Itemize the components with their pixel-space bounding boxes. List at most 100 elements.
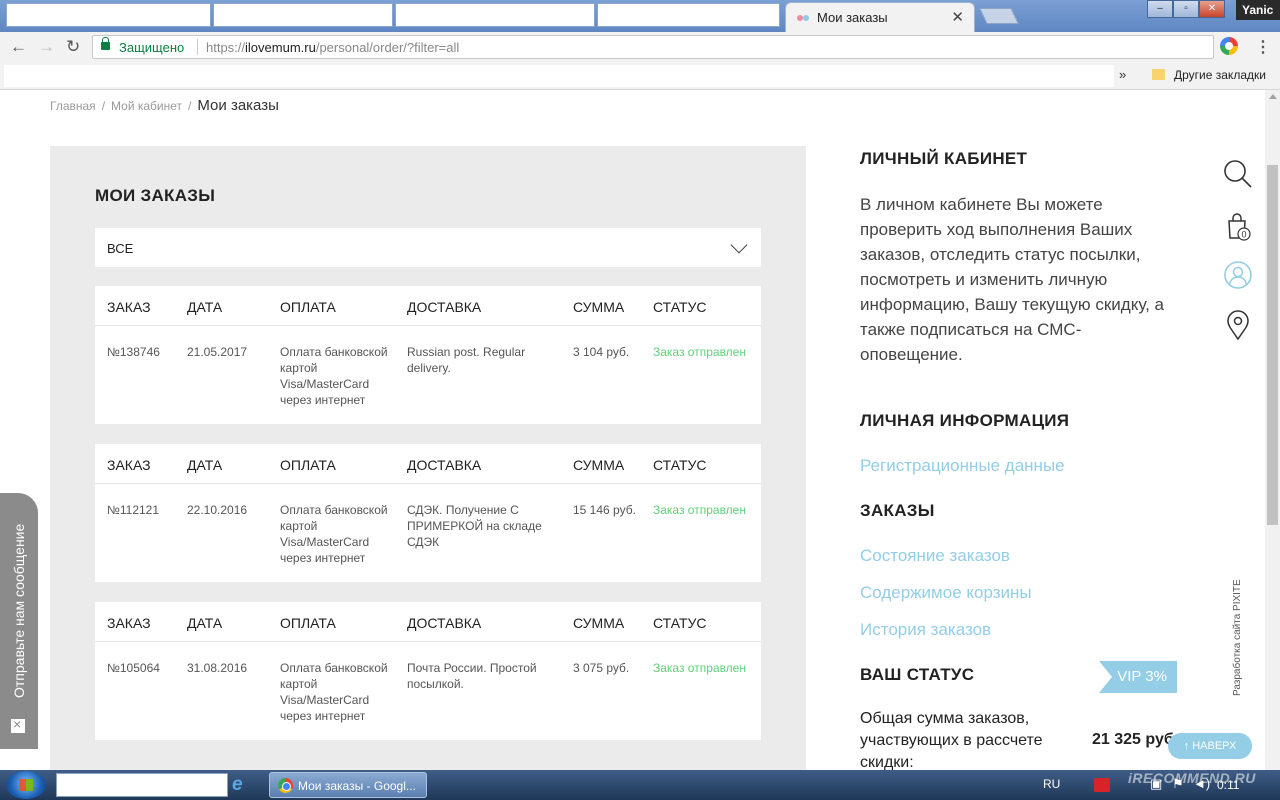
orders-sum-value: 21 325 руб. bbox=[1092, 731, 1179, 748]
url-text[interactable]: https://ilovemum.ru/personal/order/?filt… bbox=[206, 40, 459, 55]
address-bar[interactable]: Защищено https://ilovemum.ru/personal/or… bbox=[92, 35, 1214, 59]
orders-sum-label: Общая сумма заказов, участвующих в рассч… bbox=[860, 710, 1043, 770]
tab-active[interactable]: Мои заказы ✕ bbox=[785, 2, 975, 32]
column-header-date: ДАТА bbox=[187, 615, 223, 631]
menu-dots-icon[interactable]: ⋮ bbox=[1255, 37, 1271, 57]
user-icon[interactable] bbox=[1222, 259, 1254, 291]
column-header-delivery: ДОСТАВКА bbox=[407, 615, 482, 631]
reload-icon[interactable]: ↻ bbox=[66, 37, 80, 57]
page-title: МОИ ЗАКАЗЫ bbox=[95, 186, 216, 205]
column-header-status: СТАТУС bbox=[653, 299, 707, 315]
column-header-payment: ОПЛАТА bbox=[280, 299, 336, 315]
order-card[interactable]: ЗАКАЗ ДАТА ОПЛАТА ДОСТАВКА СУММА СТАТУС … bbox=[95, 286, 761, 424]
developer-credit[interactable]: Разработка сайта PIXITE bbox=[1232, 579, 1243, 696]
cabinet-description: В личном кабинете Вы можете проверить хо… bbox=[860, 195, 1165, 364]
taskbar-chrome-task[interactable]: Мои заказы - Googl... bbox=[269, 772, 427, 798]
personal-info-heading: ЛИЧНАЯ ИНФОРМАЦИЯ bbox=[860, 411, 1070, 430]
language-indicator[interactable]: RU bbox=[1043, 777, 1060, 791]
url-path: /personal/order/?filter=all bbox=[315, 40, 460, 55]
filter-value: ВСЕ bbox=[107, 241, 134, 256]
column-header-order: ЗАКАЗ bbox=[107, 299, 151, 315]
order-delivery: СДЭК. Получение С ПРИМЕРКОЙ на складе СД… bbox=[407, 503, 542, 549]
lock-icon bbox=[101, 37, 110, 50]
breadcrumb-cabinet[interactable]: Мой кабинет bbox=[111, 99, 182, 113]
order-sum: 3 075 руб. bbox=[573, 661, 630, 675]
new-tab-button[interactable] bbox=[979, 8, 1019, 24]
tab-blank-3[interactable] bbox=[395, 3, 595, 27]
maximize-button[interactable]: ▫ bbox=[1173, 0, 1199, 18]
tab-title: Мои заказы bbox=[817, 10, 888, 25]
forward-arrow-icon[interactable]: → bbox=[38, 37, 55, 57]
cabinet-heading: ЛИЧНЫЙ КАБИНЕТ bbox=[860, 149, 1028, 168]
order-card[interactable]: ЗАКАЗ ДАТА ОПЛАТА ДОСТАВКА СУММА СТАТУС … bbox=[95, 444, 761, 582]
column-header-sum: СУММА bbox=[573, 299, 625, 315]
extension-icon[interactable] bbox=[1220, 37, 1238, 55]
chevron-down-icon bbox=[730, 236, 748, 254]
breadcrumb: Главная / Мой кабинет / Мои заказы bbox=[50, 97, 279, 114]
order-sum: 3 104 руб. bbox=[573, 345, 630, 359]
recommend-watermark: iRECOMMEND.RU bbox=[1128, 770, 1256, 786]
vip-status-badge: VIP 3% bbox=[1099, 661, 1177, 693]
column-header-date: ДАТА bbox=[187, 457, 223, 473]
breadcrumb-separator: / bbox=[101, 99, 106, 113]
column-header-delivery: ДОСТАВКА bbox=[407, 299, 482, 315]
close-window-button[interactable]: ✕ bbox=[1199, 0, 1225, 18]
orders-heading: ЗАКАЗЫ bbox=[860, 501, 935, 520]
order-delivery: Russian post. Regular delivery. bbox=[407, 345, 526, 375]
antivirus-tray-icon[interactable] bbox=[1094, 778, 1110, 792]
bookmarks-folder-other[interactable]: Другие закладки bbox=[1174, 68, 1266, 82]
tab-blank-1[interactable] bbox=[6, 3, 211, 27]
order-card[interactable]: ЗАКАЗ ДАТА ОПЛАТА ДОСТАВКА СУММА СТАТУС … bbox=[95, 602, 761, 740]
order-state-link[interactable]: Состояние заказов bbox=[860, 546, 1010, 566]
breadcrumb-current: Мои заказы bbox=[197, 97, 279, 114]
column-header-date: ДАТА bbox=[187, 299, 223, 315]
order-filter-select[interactable]: ВСЕ bbox=[95, 228, 761, 267]
url-divider bbox=[197, 39, 198, 55]
scrollbar-thumb[interactable] bbox=[1267, 165, 1278, 525]
tab-strip: Мои заказы ✕ – ▫ ✕ Yanic bbox=[0, 0, 1280, 32]
order-number[interactable]: №138746 bbox=[107, 344, 160, 360]
order-number[interactable]: №112121 bbox=[107, 502, 159, 518]
order-card-header: ЗАКАЗ ДАТА ОПЛАТА ДОСТАВКА СУММА СТАТУС bbox=[95, 602, 761, 642]
order-delivery: Почта России. Простой посылкой. bbox=[407, 661, 537, 691]
order-payment: Оплата банковской картой Visa/MasterCard… bbox=[280, 503, 388, 565]
order-history-link[interactable]: История заказов bbox=[860, 620, 991, 640]
orders-panel: МОИ ЗАКАЗЫ ВСЕ ЗАКАЗ ДАТА ОПЛАТА ДОСТАВК… bbox=[50, 146, 806, 770]
feedback-widget[interactable]: Отправьте нам сообщение bbox=[0, 493, 38, 749]
tab-blank-2[interactable] bbox=[213, 3, 393, 27]
back-arrow-icon[interactable]: ← bbox=[10, 37, 27, 57]
column-header-sum: СУММА bbox=[573, 615, 625, 631]
start-button[interactable] bbox=[6, 771, 46, 799]
column-header-order: ЗАКАЗ bbox=[107, 615, 151, 631]
order-date: 22.10.2016 bbox=[187, 503, 248, 517]
profile-name[interactable]: Yanic bbox=[1236, 0, 1280, 20]
chrome-icon bbox=[278, 778, 293, 793]
windows-taskbar: e Мои заказы - Googl... RU ▣ ⚑ ◄) 0:11 i… bbox=[0, 770, 1280, 800]
column-header-sum: СУММА bbox=[573, 457, 625, 473]
page-content: Главная / Мой кабинет / Мои заказы МОИ ЗАКАЗ… bbox=[0, 90, 1280, 770]
order-number[interactable]: №105064 bbox=[107, 660, 160, 676]
feedback-label: Отправьте нам сообщение bbox=[11, 523, 27, 698]
cart-icon[interactable]: 0 bbox=[1222, 210, 1254, 242]
page-scrollbar[interactable] bbox=[1265, 90, 1280, 770]
internet-explorer-icon[interactable]: e bbox=[232, 774, 243, 796]
search-icon[interactable] bbox=[1222, 158, 1254, 190]
cart-contents-link[interactable]: Содержимое корзины bbox=[860, 583, 1032, 603]
column-header-delivery: ДОСТАВКА bbox=[407, 457, 482, 473]
tab-blank-4[interactable] bbox=[597, 3, 780, 27]
registration-data-link[interactable]: Регистрационные данные bbox=[860, 456, 1065, 476]
taskbar-search-box[interactable] bbox=[56, 773, 228, 797]
url-host: ilovemum.ru bbox=[245, 40, 316, 55]
taskbar-task-label: Мои заказы - Googl... bbox=[298, 779, 416, 793]
scroll-up-arrow-icon[interactable] bbox=[1269, 94, 1277, 99]
column-header-payment: ОПЛАТА bbox=[280, 457, 336, 473]
location-pin-icon[interactable] bbox=[1222, 309, 1254, 341]
minimize-button[interactable]: – bbox=[1147, 0, 1173, 18]
bookmarks-overflow-button[interactable]: » bbox=[1119, 67, 1126, 82]
window-controls: – ▫ ✕ bbox=[1147, 0, 1225, 18]
order-sum: 15 146 руб. bbox=[573, 503, 636, 517]
tab-close-icon[interactable]: ✕ bbox=[951, 8, 964, 26]
breadcrumb-home[interactable]: Главная bbox=[50, 99, 96, 113]
back-to-top-button[interactable]: ↑ НАВЕРХ bbox=[1168, 733, 1252, 759]
order-date: 31.08.2016 bbox=[187, 661, 248, 675]
